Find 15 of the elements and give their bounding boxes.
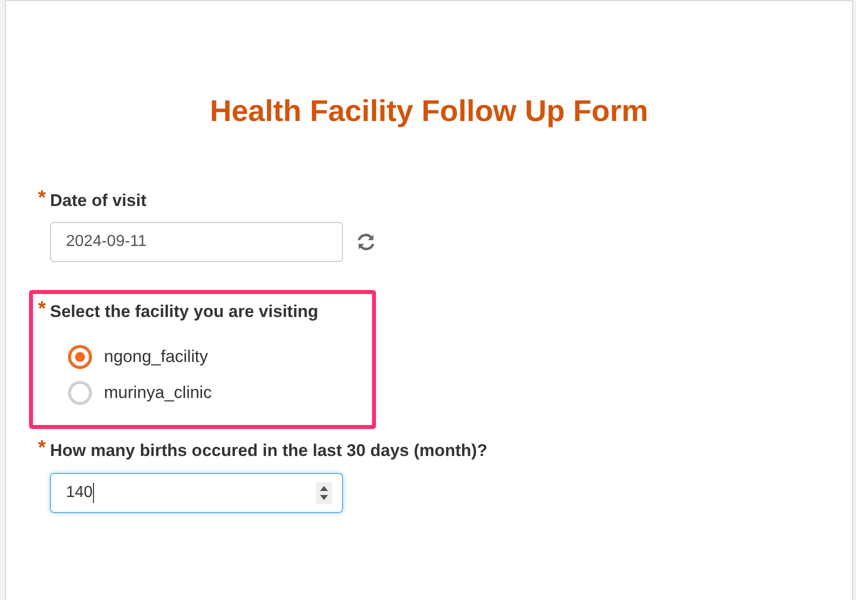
- required-marker: *: [38, 439, 47, 457]
- question-label: Select the facility you are visiting: [50, 301, 318, 323]
- question-label: Date of visit: [50, 190, 146, 212]
- question-label: How many births occured in the last 30 days (month)?: [50, 440, 488, 462]
- refresh-icon[interactable]: [355, 231, 377, 253]
- radio-option[interactable]: ngong_facility: [68, 343, 208, 371]
- date-field[interactable]: 2024-09-11: [50, 222, 343, 262]
- required-marker: *: [38, 300, 47, 318]
- required-marker: *: [38, 189, 47, 207]
- radio-button[interactable]: [68, 345, 92, 369]
- spinner-icon[interactable]: [316, 482, 332, 504]
- number-field[interactable]: 140: [50, 473, 343, 513]
- form-title: Health Facility Follow Up Form: [210, 94, 648, 130]
- radio-button[interactable]: [68, 381, 92, 405]
- radio-option[interactable]: murinya_clinic: [68, 379, 212, 407]
